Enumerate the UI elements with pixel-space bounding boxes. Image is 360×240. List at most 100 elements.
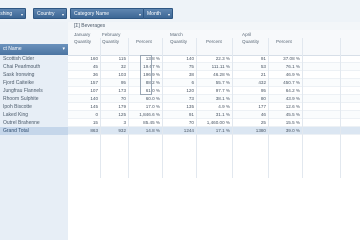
table-cell: 95: [120, 80, 126, 85]
table-cell: 111.11 %: [211, 64, 230, 69]
table-cell: 140: [90, 96, 98, 101]
table-cell: 38.1 %: [215, 96, 230, 101]
table-cell: 73: [188, 96, 194, 101]
filter-chip-label: Category Name: [74, 11, 110, 17]
table-cell: 36: [92, 72, 98, 77]
column-sub-label: Percent: [206, 39, 222, 44]
grid-divider: [232, 38, 233, 178]
table-cell: 32: [120, 64, 126, 69]
grid-divider: [128, 38, 129, 178]
row-header-area: [0, 22, 68, 44]
table-cell: 95: [260, 88, 266, 93]
table-cell: 103: [118, 72, 126, 77]
table-cell: 6: [191, 80, 194, 85]
table-cell: 46.28 %: [213, 72, 230, 77]
row-labels-panel: Scottish Cider Chai Pearlmouth Sask Ironwi…: [0, 55, 68, 240]
measure-title: [Σ] Beverages: [74, 23, 106, 29]
row-field-label: ct Name: [3, 46, 22, 52]
table-cell: 0: [95, 112, 98, 117]
column-sub-label: Quantity: [102, 39, 120, 44]
table-cell: 140: [186, 56, 194, 61]
table-cell: 39.0 %: [285, 128, 300, 133]
column-sub-label: Percent: [276, 39, 292, 44]
filter-bar: lishing ▾ Country ▾ Category Name ▾ Month ▾: [0, 0, 360, 23]
table-cell: 37.08 %: [283, 56, 300, 61]
column-sub-label: Quantity: [170, 39, 188, 44]
chevron-down-icon: ▾: [138, 12, 141, 17]
row-label[interactable]: Fjord Caiteike: [0, 79, 68, 87]
chevron-down-icon: ▾: [62, 46, 65, 52]
grid-divider: [302, 38, 303, 178]
filter-chip[interactable]: Month ▾: [143, 8, 173, 19]
table-cell: 932: [118, 128, 126, 133]
table-cell: 53: [260, 64, 266, 69]
column-month-label: January: [74, 32, 91, 37]
table-cell: 120: [186, 88, 194, 93]
row-label[interactable]: Ipoh Biscotte: [0, 103, 68, 111]
table-cell: 179: [118, 104, 126, 109]
column-month-label: March: [170, 32, 183, 37]
table-cell: 17.0 %: [145, 104, 160, 109]
table-cell: 863: [90, 128, 98, 133]
table-cell: 1380: [255, 128, 266, 133]
table-cell: 450.7 %: [283, 80, 300, 85]
table-cell: 3: [123, 120, 126, 125]
filter-chip[interactable]: Category Name ▾: [70, 8, 144, 19]
table-cell: 91: [188, 112, 194, 117]
table-cell: 55.7 %: [215, 80, 230, 85]
table-cell: 125: [118, 112, 126, 117]
table-cell: 38: [188, 72, 194, 77]
table-cell: 70: [120, 96, 126, 101]
row-label[interactable]: Laked King: [0, 111, 68, 119]
table-cell: 21: [260, 72, 266, 77]
table-cell: 22.3 %: [215, 56, 230, 61]
table-cell: 97.7 %: [215, 88, 230, 93]
table-cell: 1,460.00 %: [206, 120, 230, 125]
table-cell: 60.0 %: [145, 96, 160, 101]
column-sub-label: Percent: [136, 39, 152, 44]
row-field-selector[interactable]: ct Name ▾: [0, 44, 68, 55]
row-label[interactable]: Chai Pearlmouth: [0, 63, 68, 71]
table-cell: 14.8 %: [145, 128, 160, 133]
table-cell: 145: [90, 104, 98, 109]
grid-divider: [340, 38, 341, 178]
filter-chip-label: lishing: [0, 11, 13, 17]
table-cell: 46.9 %: [285, 72, 300, 77]
column-month-label: February: [102, 32, 121, 37]
cell-selection-outline: [140, 55, 152, 95]
table-cell: 15: [92, 120, 98, 125]
table-cell: 177: [258, 104, 266, 109]
table-cell: 12.6 %: [285, 104, 300, 109]
table-cell: 1244: [183, 128, 194, 133]
chevron-down-icon: ▾: [167, 12, 170, 17]
table-cell: 43.9 %: [285, 96, 300, 101]
table-cell: 46: [260, 112, 266, 117]
row-label[interactable]: Rhoom Sulphite: [0, 95, 68, 103]
table-cell: 25: [260, 120, 266, 125]
table-cell: 173: [118, 88, 126, 93]
row-label[interactable]: Outrel Brahenne: [0, 119, 68, 127]
table-cell: 17.1 %: [215, 128, 230, 133]
table-cell: 64.2 %: [285, 88, 300, 93]
chevron-down-icon: ▾: [20, 12, 23, 17]
column-headers: January Quantity February Quantity Percent Ma…: [68, 30, 360, 56]
grid-divider: [100, 38, 101, 178]
row-label[interactable]: Jungfrau Flannels: [0, 87, 68, 95]
table-cell: 4.9 %: [218, 104, 230, 109]
row-label[interactable]: Grand Total: [0, 127, 68, 135]
grid-divider: [268, 38, 269, 178]
grid-divider: [162, 38, 163, 178]
filter-chip[interactable]: lishing ▾: [0, 8, 26, 19]
filter-chip[interactable]: Country ▾: [33, 8, 67, 19]
row-label[interactable]: Sask Ironwing: [0, 71, 68, 79]
table-cell: 115: [118, 56, 126, 61]
row-label[interactable]: Scottish Cider: [0, 55, 68, 63]
column-month-label: April: [242, 32, 252, 37]
table-cell: 107: [90, 88, 98, 93]
table-cell: 157: [90, 80, 98, 85]
table-cell: 91: [260, 56, 266, 61]
table-cell: 76.1 %: [285, 64, 300, 69]
column-sub-label: Quantity: [242, 39, 260, 44]
filter-chip-label: Month: [147, 11, 161, 17]
table-cell: 15.5 %: [285, 120, 300, 125]
